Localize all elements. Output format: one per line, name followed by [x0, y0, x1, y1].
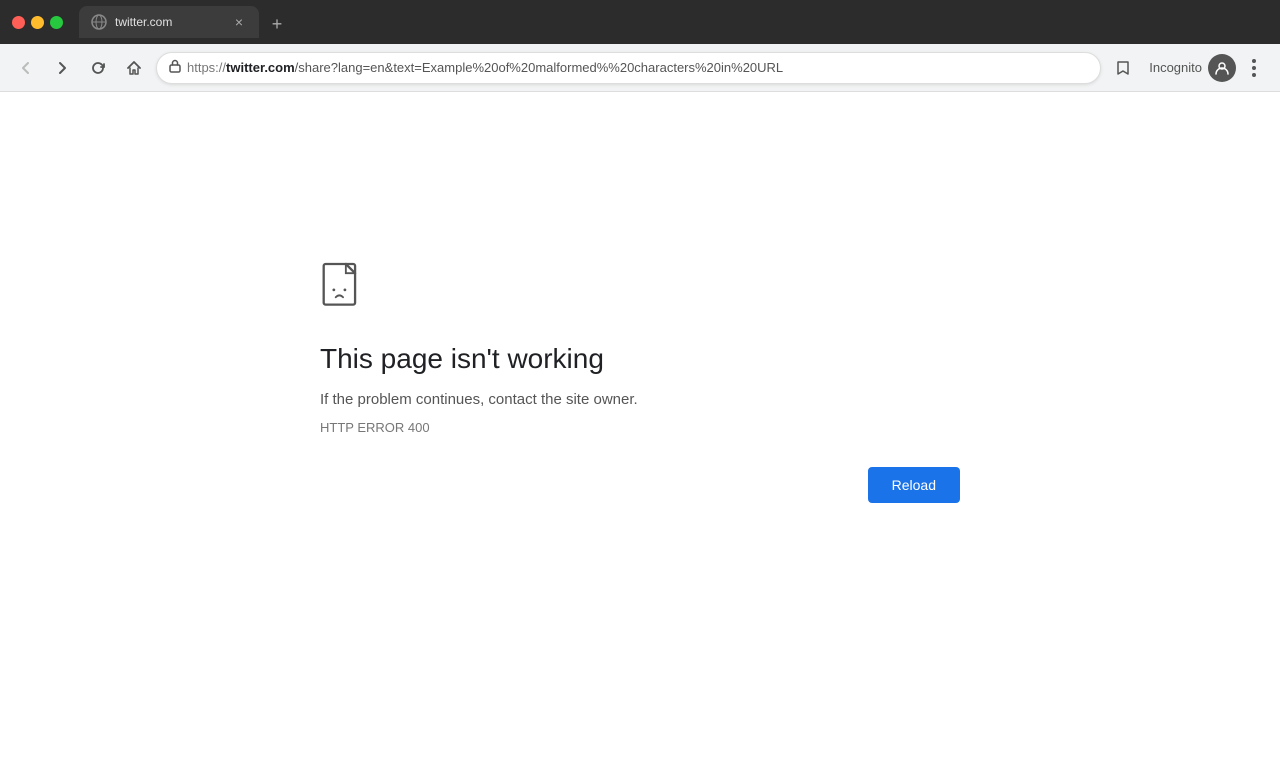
error-title: This page isn't working [320, 343, 604, 375]
bookmark-icon [1115, 60, 1131, 76]
lock-icon [169, 59, 181, 76]
back-icon [18, 60, 34, 76]
url-protocol: https:// [187, 60, 226, 75]
browser-window: twitter.com × + [0, 0, 1280, 773]
url-path: /share?lang=en&text=Example%20of%20malfo… [295, 60, 784, 75]
reload-icon [90, 60, 106, 76]
sad-document-icon [320, 262, 368, 314]
home-button[interactable] [120, 54, 148, 82]
error-subtitle: If the problem continues, contact the si… [320, 391, 638, 408]
page-content: This page isn't working If the problem c… [0, 92, 1280, 773]
url-bar[interactable]: https://twitter.com/share?lang=en&text=E… [156, 52, 1101, 84]
tab-favicon-icon [91, 14, 107, 30]
minimize-button[interactable] [31, 16, 44, 29]
error-code: HTTP ERROR 400 [320, 420, 430, 435]
window-controls [12, 16, 63, 29]
tab-bar: twitter.com × + [79, 6, 1268, 38]
reload-button[interactable]: Reload [868, 467, 960, 503]
browser-menu-button[interactable] [1240, 54, 1268, 82]
forward-button[interactable] [48, 54, 76, 82]
url-domain: twitter.com [226, 60, 295, 75]
error-container: This page isn't working If the problem c… [320, 242, 960, 523]
toolbar-right: Incognito [1109, 54, 1268, 82]
incognito-area: Incognito [1149, 54, 1236, 82]
maximize-button[interactable] [50, 16, 63, 29]
menu-dot-2 [1252, 66, 1256, 70]
forward-icon [54, 60, 70, 76]
home-icon [126, 60, 142, 76]
bookmark-button[interactable] [1109, 54, 1137, 82]
menu-dot-3 [1252, 73, 1256, 77]
title-bar: twitter.com × + [0, 0, 1280, 44]
active-tab[interactable]: twitter.com × [79, 6, 259, 38]
incognito-icon [1208, 54, 1236, 82]
address-bar: https://twitter.com/share?lang=en&text=E… [0, 44, 1280, 92]
new-tab-button[interactable]: + [263, 10, 291, 38]
url-display: https://twitter.com/share?lang=en&text=E… [187, 60, 783, 75]
error-icon-wrap [320, 262, 368, 319]
back-button[interactable] [12, 54, 40, 82]
tab-close-button[interactable]: × [231, 14, 247, 30]
menu-dot-1 [1252, 59, 1256, 63]
tab-title: twitter.com [115, 15, 223, 29]
close-button[interactable] [12, 16, 25, 29]
incognito-label: Incognito [1149, 60, 1202, 75]
reload-nav-button[interactable] [84, 54, 112, 82]
